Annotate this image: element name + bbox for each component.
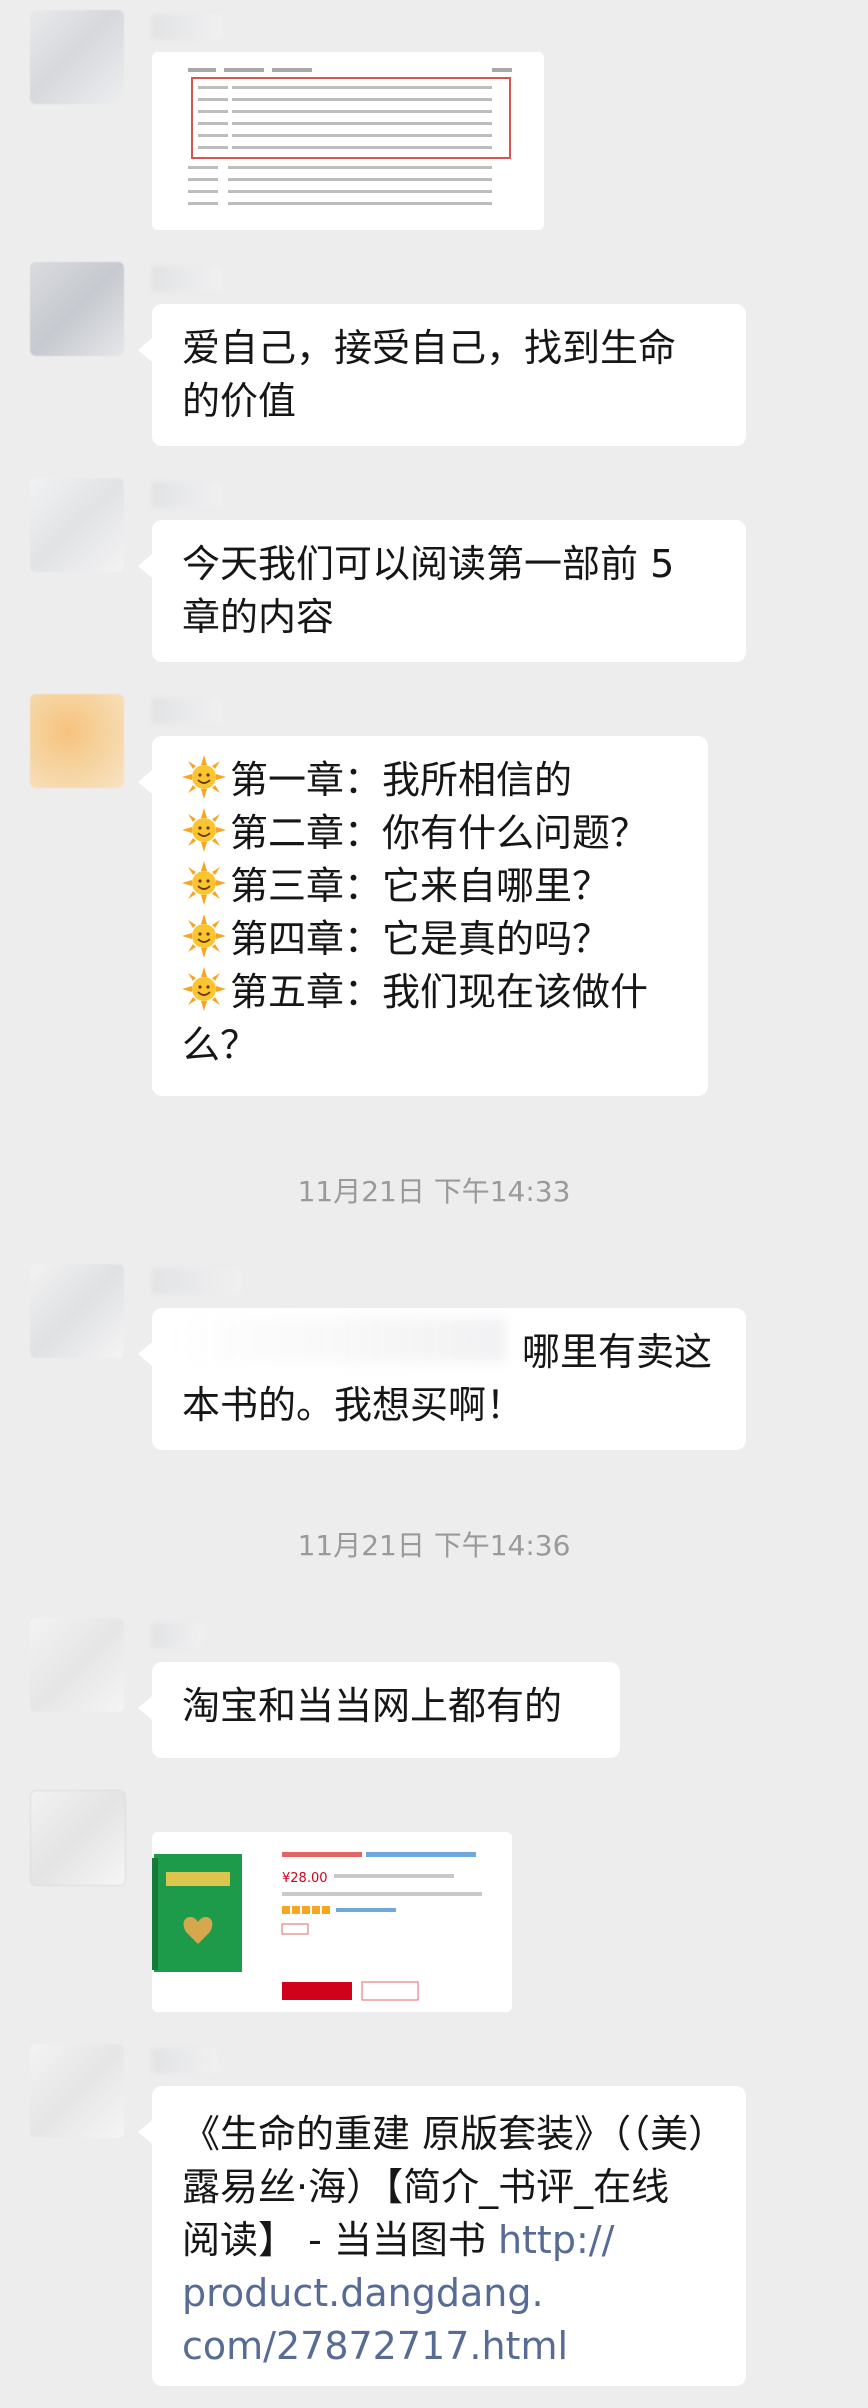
message-line: 露易丝·海）【简介_书评_在线 [182, 2165, 670, 2209]
message-text: 阅读】 - 当当图书 [182, 2218, 498, 2262]
avatar[interactable] [30, 1790, 126, 1886]
timestamp: 11月21日 下午14:33 [297, 1175, 571, 1208]
url-link[interactable]: com/27872717.html [182, 2320, 718, 2373]
sender-name [152, 698, 222, 724]
url-link[interactable]: product.dangdang. [182, 2267, 718, 2320]
sun-emoji-icon [182, 808, 226, 852]
chapter-text: 第一章：我所相信的 [230, 758, 573, 802]
message-line: 第一章：我所相信的 [182, 754, 680, 807]
sender-name [152, 14, 222, 40]
chapter-text: 第二章：你有什么问题？ [230, 811, 649, 855]
sun-emoji-icon [182, 914, 226, 958]
avatar[interactable] [30, 2044, 124, 2138]
sun-emoji-icon [182, 755, 226, 799]
chapter-text: 第四章：它是真的吗？ [230, 917, 611, 961]
sender-name [152, 482, 222, 508]
image-message-product[interactable]: ¥28.00 [152, 1832, 512, 2012]
sender-name [152, 2048, 218, 2074]
message-line: 今天我们可以阅读第一部前 5 [182, 542, 675, 586]
rating-stars [282, 1906, 330, 1914]
avatar[interactable] [30, 478, 124, 572]
toc-image [152, 52, 544, 230]
message-line: 章的内容 [182, 595, 335, 639]
text-message[interactable]: 爱自己，接受自己，找到生命 的价值 [138, 304, 746, 446]
sender-name [152, 1622, 202, 1648]
message-line: 本书的。我想买啊！ [182, 1383, 525, 1427]
avatar[interactable] [30, 10, 124, 104]
chapter-text: 第三章：它来自哪里？ [230, 864, 611, 908]
sender-name [152, 1268, 242, 1294]
image-message-toc[interactable] [152, 52, 544, 230]
message-line: 第二章：你有什么问题？ [182, 807, 680, 860]
text-message[interactable]: 淘宝和当当网上都有的 [138, 1662, 620, 1758]
message-line: 阅读】 - 当当图书 http:// [182, 2214, 718, 2267]
sender-name [152, 266, 222, 292]
message-line: 《生命的重建 原版套装》（（美） [182, 2112, 727, 2156]
url-link[interactable]: http:// [498, 2218, 614, 2262]
text-message[interactable]: 《生命的重建 原版套装》（（美） 露易丝·海）【简介_书评_在线 阅读】 - 当… [138, 2086, 746, 2386]
message-line: 爱自己，接受自己，找到生命 [182, 326, 677, 370]
avatar[interactable] [30, 1264, 124, 1358]
product-image: ¥28.00 [152, 1832, 512, 2012]
message-line: 的价值 [182, 379, 297, 423]
text-message[interactable]: 哪里有卖这 本书的。我想买啊！ [138, 1308, 746, 1450]
book-cover [152, 1854, 242, 1972]
sun-emoji-icon [182, 861, 226, 905]
message-line: 第三章：它来自哪里？ [182, 860, 680, 913]
text-message[interactable]: 第一章：我所相信的 第二章：你有什么问题？ 第三章：它来自哪里？ 第四章：它是真… [138, 736, 708, 1096]
redacted-text [166, 1318, 506, 1362]
message-line: 淘宝和当当网上都有的 [182, 1684, 563, 1728]
message-line: 第五章：我们现在该做什 [182, 966, 680, 1019]
message-line: 第四章：它是真的吗？ [182, 913, 680, 966]
avatar[interactable] [30, 262, 124, 356]
message-line: 么？ [182, 1023, 259, 1067]
product-price: ¥28.00 [282, 1871, 328, 1886]
avatar[interactable] [30, 694, 124, 788]
sun-emoji-icon [182, 967, 226, 1011]
text-message[interactable]: 今天我们可以阅读第一部前 5 章的内容 [138, 520, 746, 662]
chapter-text: 第五章：我们现在该做什 [230, 970, 649, 1014]
avatar[interactable] [30, 1618, 124, 1712]
timestamp: 11月21日 下午14:36 [297, 1529, 571, 1562]
